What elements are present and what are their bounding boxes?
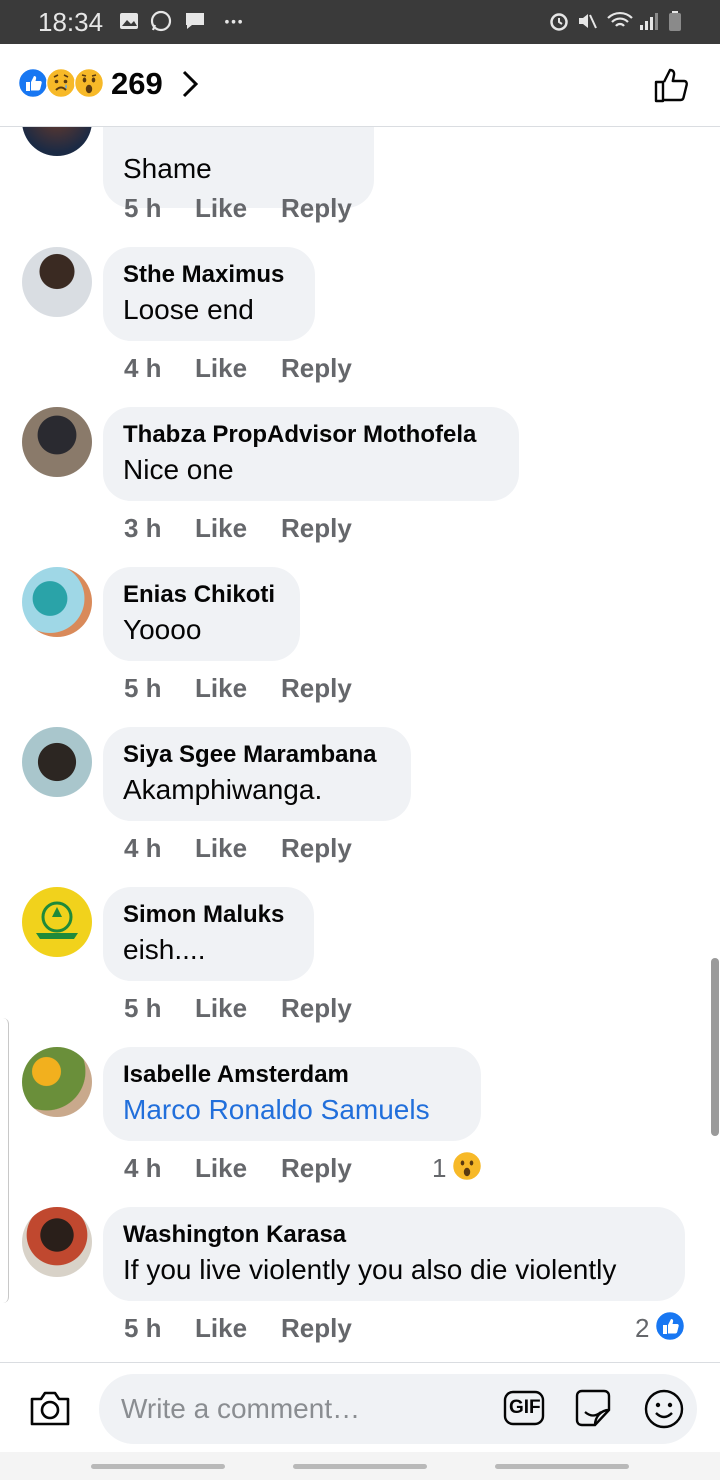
comment-composer: GIF <box>0 1362 720 1453</box>
like-button[interactable]: Like <box>195 673 247 704</box>
like-button[interactable]: Like <box>195 513 247 544</box>
comment-bubble: Isabelle Amsterdam Marco Ronaldo Samuels <box>103 1047 481 1141</box>
scrollbar[interactable] <box>711 958 719 1136</box>
like-icon <box>18 68 48 98</box>
comment-author[interactable]: Enias Chikoti <box>123 579 278 611</box>
message-icon <box>186 13 204 29</box>
tagged-user-link[interactable]: Marco Ronaldo Samuels <box>123 1091 459 1129</box>
comment-reactions[interactable]: 1 <box>432 1151 492 1185</box>
avatar[interactable] <box>22 1047 92 1117</box>
wow-icon <box>452 1151 482 1181</box>
comment-time: 5 h <box>124 673 162 703</box>
camera-icon[interactable] <box>28 1388 72 1428</box>
reply-button[interactable]: Reply <box>281 673 352 704</box>
comment-text: If you live violently you also die viole… <box>123 1254 617 1285</box>
comment-text: Yoooo <box>123 614 202 645</box>
avatar[interactable] <box>22 567 92 637</box>
avatar[interactable] <box>22 407 92 477</box>
whatsapp-icon <box>150 10 172 32</box>
gif-button[interactable]: GIF <box>503 1388 545 1433</box>
like-button[interactable]: Like <box>195 1153 247 1184</box>
like-button[interactable]: Like <box>195 993 247 1024</box>
comment-input[interactable] <box>119 1388 483 1430</box>
comment-bubble: Enias Chikoti Yoooo <box>103 567 300 661</box>
avatar[interactable] <box>22 1207 92 1277</box>
nav-home-button[interactable] <box>293 1464 427 1469</box>
signal-icon <box>640 13 658 30</box>
comment-reaction-count: 2 <box>635 1313 650 1343</box>
comment-bubble: Washington Karasa If you live violently … <box>103 1207 685 1301</box>
comment-bubble: Thabza PropAdvisor Mothofela Nice one <box>103 407 519 501</box>
more-icon <box>225 19 242 24</box>
comment-bubble: Sthe Maximus Loose end <box>103 247 315 341</box>
edge-panel-handle[interactable] <box>0 1018 9 1303</box>
reply-button[interactable]: Reply <box>281 1313 352 1344</box>
reply-button[interactable]: Reply <box>281 193 352 224</box>
comment-bubble: Siya Sgee Marambana Akamphiwanga. <box>103 727 411 821</box>
comment-input-wrapper: GIF <box>99 1374 697 1444</box>
comment-bubble: Simon Maluks eish.... <box>103 887 314 981</box>
battery-icon <box>669 11 681 31</box>
nav-recents-button[interactable] <box>91 1464 225 1469</box>
mute-icon <box>579 14 597 29</box>
comment-author[interactable]: Isabelle Amsterdam <box>123 1059 459 1091</box>
like-button[interactable]: Like <box>195 1313 247 1344</box>
reactions-header: 269 <box>0 44 720 127</box>
club-logo-icon <box>36 901 78 939</box>
sad-icon <box>46 68 76 98</box>
comment-author[interactable]: Washington Karasa <box>123 1219 663 1251</box>
status-time: 18:34 <box>38 7 104 37</box>
sticker-icon[interactable] <box>571 1386 615 1430</box>
like-post-icon[interactable] <box>652 66 690 104</box>
comment-text: Loose end <box>123 294 254 325</box>
nav-back-button[interactable] <box>495 1464 629 1469</box>
comment-time: 4 h <box>124 353 162 383</box>
comment-time: 4 h <box>124 833 162 863</box>
like-button[interactable]: Like <box>195 833 247 864</box>
comment-time: 4 h <box>124 1153 162 1183</box>
reply-button[interactable]: Reply <box>281 1153 352 1184</box>
emoji-icon[interactable] <box>643 1388 685 1430</box>
like-button[interactable]: Like <box>195 193 247 224</box>
like-button[interactable]: Like <box>195 353 247 384</box>
reply-button[interactable]: Reply <box>281 513 352 544</box>
avatar[interactable] <box>22 727 92 797</box>
status-bar: 18:34 <box>0 0 720 44</box>
comment-text: Shame <box>123 153 212 184</box>
comment-time: 5 h <box>124 993 162 1023</box>
comment-text: Akamphiwanga. <box>123 774 323 805</box>
avatar[interactable] <box>22 127 92 156</box>
like-icon <box>655 1311 685 1341</box>
comment-time: 5 h <box>124 1313 162 1343</box>
avatar[interactable] <box>22 887 92 957</box>
reaction-count: 269 <box>111 66 163 101</box>
wifi-icon <box>607 11 633 27</box>
comment-text: eish.... <box>123 934 206 965</box>
comment-reactions[interactable]: 2 <box>635 1311 695 1345</box>
reply-button[interactable]: Reply <box>281 993 352 1024</box>
reply-button[interactable]: Reply <box>281 833 352 864</box>
gif-label: GIF <box>509 1397 541 1418</box>
comment-time: 3 h <box>124 513 162 543</box>
comment-author[interactable]: Simon Maluks <box>123 899 292 931</box>
comment-author[interactable]: Sthe Maximus <box>123 259 293 291</box>
system-nav-bar <box>0 1452 720 1480</box>
alarm-icon <box>550 13 568 31</box>
chevron-right-icon <box>182 70 199 98</box>
comment-text: Nice one <box>123 454 234 485</box>
wow-icon <box>74 68 104 98</box>
comment-reaction-count: 1 <box>432 1153 447 1183</box>
avatar[interactable] <box>22 247 92 317</box>
comment-author[interactable]: Thabza PropAdvisor Mothofela <box>123 419 497 451</box>
comment-author[interactable] <box>123 127 352 150</box>
comment-author[interactable]: Siya Sgee Marambana <box>123 739 389 771</box>
reply-button[interactable]: Reply <box>281 353 352 384</box>
gallery-icon <box>120 13 138 29</box>
comment-list: Shame 5 h Like Reply Sthe Maximus Loose … <box>0 127 720 1362</box>
comment-time: 5 h <box>124 193 162 223</box>
